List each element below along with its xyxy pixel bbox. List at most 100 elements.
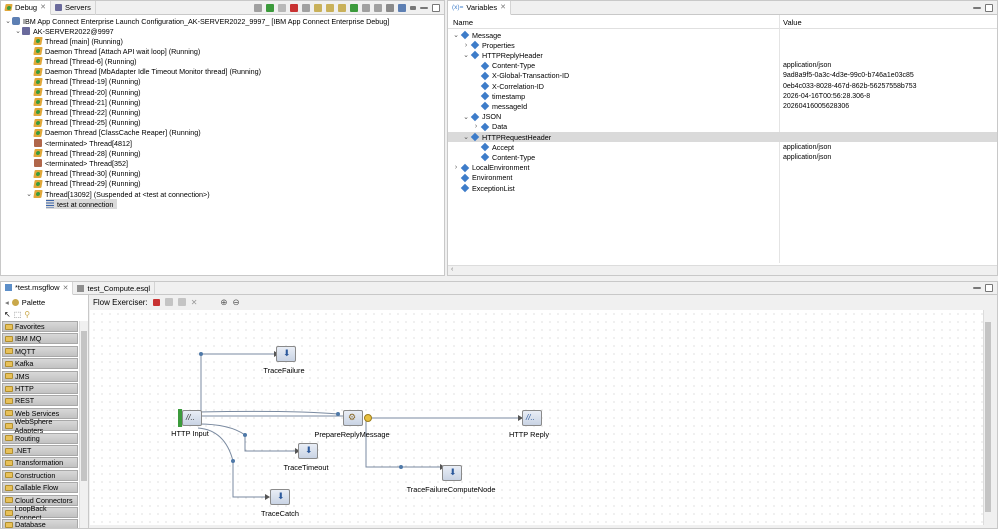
variable-row[interactable]: timestamp 2026-04-16T00:56:28.306-8	[448, 91, 997, 101]
variable-row[interactable]: ExceptionList	[448, 183, 997, 193]
run-to-line-icon[interactable]	[350, 3, 358, 12]
node-trace-failure-compute[interactable]: ⬇	[442, 465, 462, 481]
thread-row[interactable]: Daemon Thread [MbAdapter Idle Timeout Mo…	[33, 67, 261, 77]
variable-row[interactable]: › Data	[448, 122, 997, 132]
close-icon[interactable]: ✕	[500, 3, 506, 11]
expand-toggle[interactable]: ›	[472, 123, 480, 130]
variable-row[interactable]: ⌄ JSON	[448, 112, 997, 122]
expand-toggle[interactable]: ›	[452, 164, 460, 171]
canvas-scrollbar[interactable]	[983, 310, 992, 525]
palette-drawer[interactable]: Favorites	[2, 321, 78, 332]
variable-row[interactable]: X-Correlation-ID 0eb4c033-8028-467d-862b-…	[448, 81, 997, 91]
stop-exerciser-icon[interactable]: ✕	[191, 298, 198, 307]
variable-row[interactable]: › Properties	[448, 40, 997, 50]
remove-launches-icon[interactable]	[254, 3, 262, 12]
terminal-dot[interactable]	[243, 433, 247, 437]
tab-test-msgflow[interactable]: *test.msgflow ✕	[1, 282, 74, 295]
thread-row[interactable]: Thread [Thread-28] (Running)	[33, 148, 140, 158]
collapse-all-icon[interactable]	[386, 3, 394, 12]
breakpoint-toolbar-icon[interactable]	[398, 3, 406, 12]
palette-drawer[interactable]: JMS	[2, 370, 78, 382]
terminal-yellow[interactable]	[364, 414, 372, 422]
zoom-tool-icon[interactable]: ⚲	[24, 310, 30, 319]
variable-row[interactable]: Accept application/json	[448, 142, 997, 152]
terminate-icon[interactable]	[290, 3, 298, 12]
step-into-icon[interactable]	[314, 3, 322, 12]
view-menu-icon[interactable]	[410, 5, 416, 10]
collapse-palette-icon[interactable]: ◂	[5, 298, 9, 307]
disconnect-icon[interactable]	[302, 3, 310, 12]
maximize-icon[interactable]	[985, 3, 993, 12]
expand-toggle[interactable]: ⌄	[452, 31, 460, 39]
variable-row[interactable]: ⌄ HTTPReplyHeader	[448, 50, 997, 60]
zoom-out-icon[interactable]: ⊖	[233, 297, 240, 308]
connection-compute-failure[interactable]	[365, 420, 440, 468]
variable-row[interactable]: messageId 20260416005628306	[448, 101, 997, 111]
connection-timeout[interactable]	[197, 423, 295, 452]
scroll-left-icon[interactable]: ‹	[451, 266, 453, 273]
node-trace-timeout[interactable]: ⬇	[298, 443, 318, 459]
expand-toggle[interactable]: ⌄	[4, 17, 12, 25]
terminal-dot[interactable]	[336, 412, 340, 416]
palette-drawer[interactable]: MQTT	[2, 345, 78, 357]
terminal-dot[interactable]	[199, 352, 203, 356]
tab-servers[interactable]: Servers	[51, 1, 96, 15]
suspend-icon[interactable]	[278, 3, 286, 12]
server-row[interactable]: ⌄ AK-SERVER2022@9997	[14, 26, 114, 36]
launch-config-row[interactable]: ⌄ IBM App Connect Enterprise Launch Conf…	[4, 16, 389, 26]
thread-row[interactable]: Thread [main] (Running)	[33, 36, 123, 46]
palette-drawer[interactable]: HTTP	[2, 383, 78, 394]
connection-catch[interactable]	[197, 427, 265, 498]
palette-drawer[interactable]: Transformation	[2, 457, 78, 469]
node-trace-catch[interactable]: ⬇	[270, 489, 290, 505]
expand-toggle[interactable]: ⌄	[14, 27, 22, 35]
variable-row[interactable]: X-Global-Transaction-ID 9ad8a9f5-0a3c-4d3…	[448, 71, 997, 81]
record-icon[interactable]	[152, 298, 160, 306]
palette-drawer[interactable]: Database	[2, 519, 78, 528]
close-icon[interactable]: ✕	[40, 3, 46, 11]
node-trace-failure[interactable]: ⬇	[276, 346, 296, 362]
variable-row[interactable]: ⌄ Message	[448, 30, 997, 40]
variable-row[interactable]: Environment	[448, 173, 997, 183]
palette-drawer[interactable]: REST	[2, 395, 78, 407]
close-icon[interactable]: ✕	[63, 284, 69, 292]
terminal-dot[interactable]	[399, 465, 403, 469]
palette-drawer[interactable]: .NET	[2, 445, 78, 456]
send-message-icon[interactable]	[164, 298, 173, 306]
palette-drawer[interactable]: LoopBack Connect...	[2, 504, 78, 522]
minimize-icon[interactable]	[420, 6, 428, 9]
expand-toggle[interactable]: ⌄	[462, 113, 470, 121]
expand-toggle[interactable]: ›	[462, 42, 470, 49]
step-filters-icon[interactable]	[374, 3, 382, 12]
column-name[interactable]: Name	[453, 18, 473, 27]
thread-row[interactable]: <terminated> Thread[4812]	[34, 138, 132, 148]
thread-row[interactable]: ⌄ Thread[13092] (Suspended at <test at co…	[24, 189, 210, 199]
expand-toggle[interactable]: ⌄	[462, 133, 470, 141]
variable-row[interactable]: ⌄ HTTPRequestHeader	[448, 132, 997, 143]
node-http-reply[interactable]: //..	[522, 410, 542, 426]
palette-drawer[interactable]: Construction	[2, 469, 78, 481]
canvas-scroll-thumb[interactable]	[985, 322, 991, 512]
palette-drawer[interactable]: WebSphere Adapters	[2, 417, 78, 435]
step-return-icon[interactable]	[338, 3, 346, 12]
palette-drawer[interactable]: IBM MQ	[2, 333, 78, 345]
view-path-icon[interactable]	[177, 298, 186, 306]
connection-upper[interactable]	[197, 410, 339, 415]
thread-row[interactable]: Thread [Thread-20] (Running)	[33, 87, 140, 97]
marquee-tool-icon[interactable]: ⬚	[14, 310, 22, 319]
node-prepare-reply[interactable]: ⚙	[343, 410, 363, 426]
tab-debug[interactable]: Debug ✕	[1, 1, 51, 15]
thread-row[interactable]: Thread [Thread-21] (Running)	[33, 97, 140, 107]
thread-row[interactable]: Thread [Thread-30] (Running)	[33, 169, 140, 179]
thread-row[interactable]: Thread [Thread-29] (Running)	[33, 179, 140, 189]
stack-frame-row[interactable]: test at connection	[46, 199, 118, 209]
palette-drawer[interactable]: Routing	[2, 432, 78, 444]
thread-row[interactable]: Thread [Thread-19] (Running)	[33, 77, 140, 87]
thread-row[interactable]: Thread [Thread-22] (Running)	[33, 107, 140, 117]
tab-variables[interactable]: (x)= Variables ✕	[448, 1, 511, 15]
thread-row[interactable]: Daemon Thread [ClassCache Reaper] (Runni…	[33, 128, 201, 138]
expand-toggle[interactable]: ⌄	[462, 51, 470, 59]
palette-scrollbar[interactable]	[79, 321, 88, 528]
tab-test-compute-esql[interactable]: test_Compute.esql	[73, 282, 156, 295]
select-tool-icon[interactable]: ↖	[4, 310, 11, 319]
